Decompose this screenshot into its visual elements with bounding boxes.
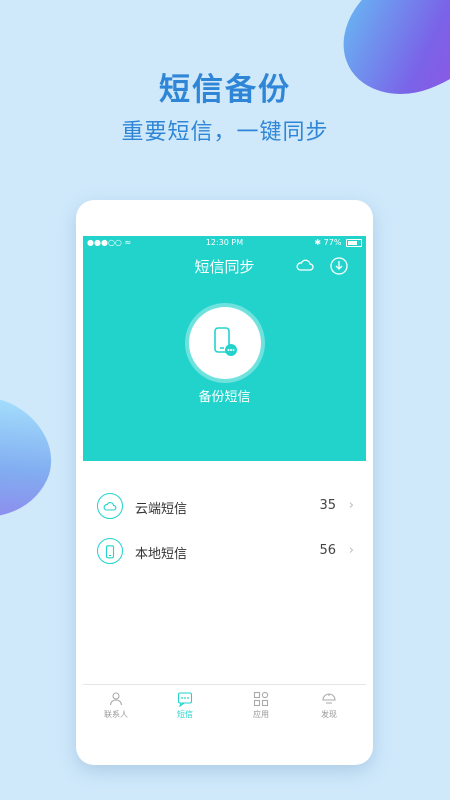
phone-icon xyxy=(97,538,123,564)
bottom-tab-bar: 联系人 短信 应用 发现 xyxy=(83,684,366,729)
discover-icon xyxy=(322,693,336,704)
tab-label: 短信 xyxy=(177,710,193,719)
tab-label: 联系人 xyxy=(104,710,128,719)
list-item-local-messages[interactable]: 本地短信 56 › xyxy=(83,531,366,575)
person-icon xyxy=(109,692,123,706)
tab-label: 发现 xyxy=(321,710,337,719)
bluetooth-icon: ✱ xyxy=(314,238,322,247)
sync-icon[interactable] xyxy=(329,256,349,276)
header-panel: ●●●○○ ≈ 12:30 PM ✱ 77% 短信同步 备份短信 xyxy=(83,236,366,461)
list-item-cloud-messages[interactable]: 云端短信 35 › xyxy=(83,486,366,530)
phone-frame: ●●●○○ ≈ 12:30 PM ✱ 77% 短信同步 备份短信 云端短信 35… xyxy=(76,200,373,765)
chevron-right-icon: › xyxy=(348,543,354,558)
list-item-label: 本地短信 xyxy=(135,547,188,562)
list-item-count: 56 xyxy=(319,543,336,558)
page-title: 短信同步 xyxy=(194,258,255,276)
tab-contacts[interactable]: 联系人 xyxy=(86,691,146,720)
promo-title: 短信备份 xyxy=(159,72,291,108)
chevron-right-icon: › xyxy=(348,498,354,513)
cloud-icon xyxy=(97,493,123,519)
battery-icon xyxy=(346,238,362,247)
backup-button[interactable] xyxy=(189,307,261,379)
backup-label: 备份短信 xyxy=(198,390,251,405)
list-item-count: 35 xyxy=(319,498,336,513)
tab-discover[interactable]: 发现 xyxy=(299,691,359,720)
apps-icon xyxy=(253,691,269,707)
tab-apps[interactable]: 应用 xyxy=(231,691,291,720)
message-icon xyxy=(177,692,193,707)
promo-subtitle: 重要短信，一键同步 xyxy=(121,120,329,145)
phone-message-icon xyxy=(214,327,237,356)
cloud-icon[interactable] xyxy=(295,256,315,276)
decorative-blob-left xyxy=(0,380,70,540)
battery-percent: 77% xyxy=(323,238,342,247)
list-item-label: 云端短信 xyxy=(135,502,188,517)
app-screen: ●●●○○ ≈ 12:30 PM ✱ 77% 短信同步 备份短信 云端短信 35… xyxy=(83,236,366,729)
status-bar: ●●●○○ ≈ 12:30 PM ✱ 77% xyxy=(83,236,366,250)
tab-label: 应用 xyxy=(253,710,269,719)
tab-messages[interactable]: 短信 xyxy=(155,691,215,720)
